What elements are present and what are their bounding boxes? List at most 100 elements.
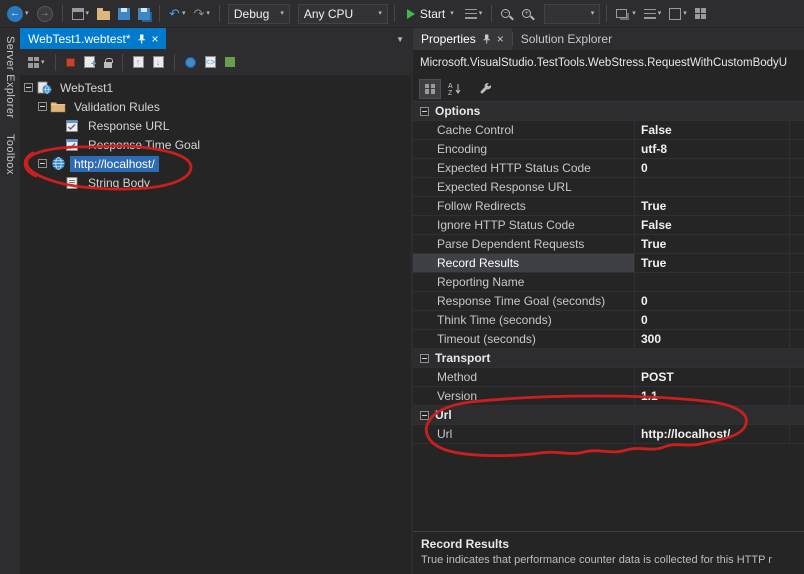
- property-name[interactable]: Parse Dependent Requests: [413, 235, 635, 253]
- property-row[interactable]: Think Time (seconds) 0: [413, 311, 804, 330]
- zoom-combobox[interactable]: ▾: [544, 3, 601, 24]
- collapse-icon[interactable]: [420, 410, 429, 420]
- close-icon[interactable]: ×: [152, 33, 159, 45]
- tree-item-label[interactable]: http://localhost/: [70, 155, 159, 172]
- property-row[interactable]: Reporting Name: [413, 273, 804, 292]
- property-name[interactable]: Url: [413, 425, 635, 443]
- property-value[interactable]: True: [635, 197, 790, 215]
- property-row[interactable]: Follow Redirects True: [413, 197, 804, 216]
- tree-item[interactable]: Response Time Goal: [20, 135, 411, 154]
- tree-item-label[interactable]: Response Time Goal: [84, 137, 204, 153]
- property-row[interactable]: Response Time Goal (seconds) 0: [413, 292, 804, 311]
- add-plugin-button[interactable]: [222, 52, 238, 73]
- tree-item[interactable]: String Body: [20, 173, 411, 192]
- tree-expander-icon[interactable]: [38, 159, 47, 168]
- property-value[interactable]: False: [635, 216, 790, 234]
- categorized-view-button[interactable]: [419, 78, 441, 99]
- property-name[interactable]: Cache Control: [413, 121, 635, 139]
- tree-item-label[interactable]: Response URL: [84, 118, 173, 134]
- property-value[interactable]: False: [635, 121, 790, 139]
- tree-item[interactable]: WebTest1: [20, 78, 411, 97]
- generate-code-button[interactable]: <>: [202, 52, 219, 73]
- tree-expander-icon[interactable]: [24, 83, 33, 92]
- tree-item[interactable]: http://localhost/: [20, 154, 411, 173]
- close-icon[interactable]: ×: [497, 33, 504, 45]
- window-layout-button[interactable]: ▾: [613, 3, 639, 25]
- save-button[interactable]: [115, 3, 133, 25]
- property-name[interactable]: Think Time (seconds): [413, 311, 635, 329]
- panel-grid-button[interactable]: [692, 3, 709, 25]
- tree-item[interactable]: Response URL: [20, 116, 411, 135]
- tree-item[interactable]: Validation Rules: [20, 97, 411, 116]
- property-value[interactable]: 1.1: [635, 387, 790, 405]
- platform-dropdown[interactable]: Any CPU ▾: [297, 3, 388, 24]
- move-up-button[interactable]: ↑: [130, 52, 147, 73]
- redo-button[interactable]: ↷ ▾: [190, 3, 212, 25]
- property-value[interactable]: True: [635, 254, 790, 272]
- debug-target-dropdown[interactable]: Debug ▾: [227, 3, 290, 24]
- property-value[interactable]: 0: [635, 292, 790, 310]
- document-list-dropdown-icon[interactable]: ▼: [396, 35, 404, 44]
- save-all-button[interactable]: [135, 3, 153, 25]
- property-name[interactable]: Follow Redirects: [413, 197, 635, 215]
- set-credentials-button[interactable]: [101, 52, 115, 73]
- property-name[interactable]: Version: [413, 387, 635, 405]
- property-row[interactable]: Timeout (seconds) 300: [413, 330, 804, 349]
- zoom-out-button[interactable]: −: [498, 3, 513, 25]
- property-name[interactable]: Method: [413, 368, 635, 386]
- markers-button[interactable]: ▾: [641, 3, 665, 25]
- collapse-icon[interactable]: [420, 353, 429, 363]
- property-row[interactable]: Expected Response URL: [413, 178, 804, 197]
- navigate-back-button[interactable]: ← ▾: [4, 3, 32, 25]
- property-value[interactable]: 0: [635, 159, 790, 177]
- property-row[interactable]: Url http://localhost/: [413, 425, 804, 444]
- property-value[interactable]: [635, 273, 790, 291]
- add-request-button[interactable]: +: [81, 52, 98, 73]
- property-value[interactable]: http://localhost/: [635, 425, 790, 443]
- property-value[interactable]: [635, 178, 790, 196]
- property-value[interactable]: utf-8: [635, 140, 790, 158]
- new-file-button[interactable]: ▾: [69, 3, 93, 25]
- property-category-row[interactable]: Transport: [413, 349, 804, 368]
- tab-webtest1[interactable]: WebTest1.webtest* ×: [20, 28, 166, 49]
- pin-icon[interactable]: [137, 34, 146, 44]
- tab-solution-explorer[interactable]: Solution Explorer: [513, 28, 620, 50]
- property-value[interactable]: 0: [635, 311, 790, 329]
- object-selector[interactable]: Microsoft.VisualStudio.TestTools.WebStre…: [413, 50, 804, 76]
- collapse-icon[interactable]: [420, 106, 429, 116]
- navigate-forward-button[interactable]: →: [34, 3, 56, 25]
- tree-item-label[interactable]: String Body: [84, 175, 154, 191]
- property-name[interactable]: Expected HTTP Status Code: [413, 159, 635, 177]
- tree-item-label[interactable]: Validation Rules: [70, 99, 164, 115]
- property-category-row[interactable]: Options: [413, 102, 804, 121]
- insert-dropdown-button[interactable]: ▾: [25, 52, 48, 73]
- tree-expander-icon[interactable]: [38, 102, 47, 111]
- property-name[interactable]: Encoding: [413, 140, 635, 158]
- property-name[interactable]: Ignore HTTP Status Code: [413, 216, 635, 234]
- tab-properties[interactable]: Properties ×: [413, 28, 512, 50]
- move-down-button[interactable]: ↓: [150, 52, 167, 73]
- property-name[interactable]: Reporting Name: [413, 273, 635, 291]
- property-row[interactable]: Parse Dependent Requests True: [413, 235, 804, 254]
- property-row[interactable]: Expected HTTP Status Code 0: [413, 159, 804, 178]
- open-file-button[interactable]: [94, 3, 113, 25]
- property-value[interactable]: 300: [635, 330, 790, 348]
- property-row[interactable]: Method POST: [413, 368, 804, 387]
- start-button[interactable]: Start ▾: [401, 3, 460, 25]
- property-name[interactable]: Expected Response URL: [413, 178, 635, 196]
- sidebar-tab-server-explorer[interactable]: Server Explorer: [4, 36, 16, 118]
- sidebar-tab-toolbox[interactable]: Toolbox: [4, 134, 16, 175]
- tree-item-label[interactable]: WebTest1: [56, 80, 117, 96]
- property-value[interactable]: True: [635, 235, 790, 253]
- property-name[interactable]: Response Time Goal (seconds): [413, 292, 635, 310]
- alphabetical-sort-button[interactable]: A Z: [444, 79, 466, 99]
- property-name[interactable]: Timeout (seconds): [413, 330, 635, 348]
- options-button[interactable]: ▾: [666, 3, 690, 25]
- property-row[interactable]: Ignore HTTP Status Code False: [413, 216, 804, 235]
- zoom-in-button[interactable]: +: [519, 3, 534, 25]
- property-value[interactable]: POST: [635, 368, 790, 386]
- property-row[interactable]: Cache Control False: [413, 121, 804, 140]
- property-category-row[interactable]: Url: [413, 406, 804, 425]
- property-row[interactable]: Encoding utf-8: [413, 140, 804, 159]
- pin-icon[interactable]: [482, 34, 491, 44]
